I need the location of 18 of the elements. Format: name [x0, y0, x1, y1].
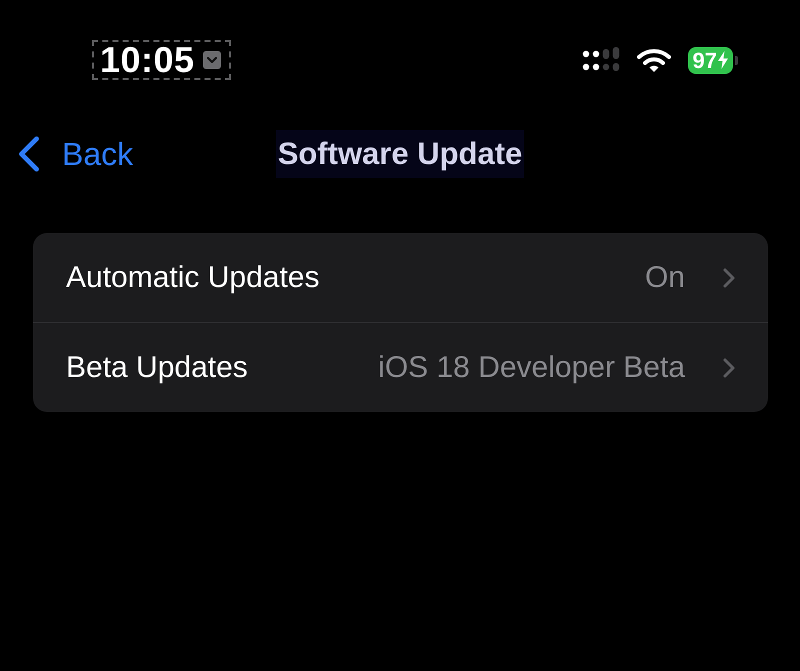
page-title: Software Update	[276, 130, 524, 178]
row-label: Beta Updates	[66, 350, 248, 384]
back-button[interactable]: Back	[17, 136, 134, 172]
settings-row[interactable]: Beta Updates iOS 18 Developer Beta	[33, 323, 768, 412]
wifi-icon	[636, 48, 671, 72]
signal-icon	[582, 47, 620, 73]
row-value: iOS 18 Developer Beta	[378, 350, 685, 384]
row-label: Automatic Updates	[66, 260, 320, 294]
lightning-bolt-icon	[718, 51, 728, 69]
chevron-right-icon	[723, 268, 735, 288]
back-chevron-icon	[17, 136, 41, 172]
battery-cap-icon	[735, 56, 738, 64]
settings-row[interactable]: Automatic Updates On	[33, 233, 768, 322]
row-value: On	[644, 260, 685, 294]
chevron-down-icon	[202, 51, 221, 69]
battery-percent: 97	[692, 48, 717, 72]
chevron-right-icon	[723, 358, 735, 378]
status-time: 10:05	[100, 39, 195, 81]
